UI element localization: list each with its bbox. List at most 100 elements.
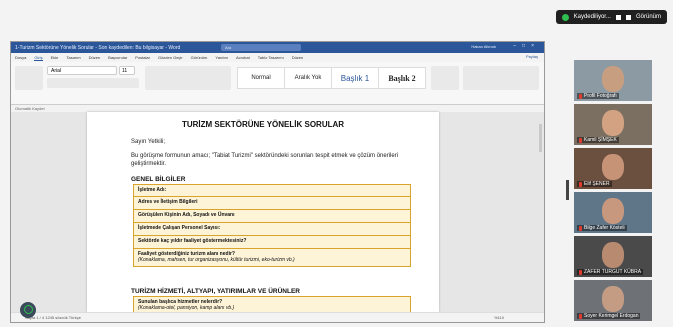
- mic-muted-icon: [579, 313, 582, 319]
- share-button[interactable]: Paylaş: [526, 54, 538, 59]
- participant-name-tag: Soyer Kerimgel Erdogan: [577, 313, 641, 319]
- form-row-label: Adres ve İletişim Bilgileri: [138, 199, 198, 205]
- tab-item[interactable]: Tasarım: [66, 55, 80, 60]
- tab-item[interactable]: Giriş: [34, 55, 43, 61]
- format-buttons[interactable]: [47, 78, 139, 88]
- meeting-top-bar: Kaydediliyor... Görünüm: [0, 0, 673, 34]
- word-window: 1-Turizm Sektörüne Yönelik Sorular - Son…: [10, 41, 545, 323]
- intro-paragraph: Bu görüşme formunun amacı; "Tabiat Turiz…: [131, 153, 399, 167]
- style-label: Başlık 2: [388, 73, 416, 83]
- font-name-value: Arial: [51, 68, 62, 74]
- document-page[interactable]: TURİZM SEKTÖRÜNE YÖNELİK SORULAR Sayın Y…: [87, 112, 439, 322]
- form-row[interactable]: Sektörde kaç yıldır faaliyet göstermekte…: [133, 236, 411, 249]
- font-size-value: 11: [122, 68, 128, 74]
- participant-name: Profil Fotoğrafı: [584, 93, 617, 99]
- tab-item[interactable]: Görünüm: [191, 55, 208, 60]
- form-row[interactable]: Görüşülen Kişinin Adı, Soyadı ve Ünvanı: [133, 210, 411, 223]
- participant-tile[interactable]: Bilge Zafer Kösteli: [574, 192, 652, 233]
- ribbon: Arial 11 Normal Aralık Yok Başlık 1 Başl…: [11, 62, 544, 105]
- meeting-window: Kaydediliyor... Görünüm 1-Turizm Sektörü…: [0, 0, 673, 327]
- participant-name-tag: Profil Fotoğrafı: [577, 93, 619, 99]
- meeting-controls-button[interactable]: [20, 302, 36, 318]
- document-title: 1-Turizm Sektörüne Yönelik Sorular - Son…: [15, 44, 181, 51]
- font-name-select[interactable]: Arial: [47, 66, 117, 75]
- participant-name: Kamil ŞİMŞEK: [584, 137, 617, 143]
- panel-resize-handle[interactable]: [566, 180, 569, 200]
- editing-group[interactable]: [431, 66, 459, 90]
- tab-item[interactable]: Postalar: [135, 55, 150, 60]
- participant-tile[interactable]: ZAFER TURGUT KÜBRA: [574, 236, 652, 277]
- style-label: Başlık 1: [340, 73, 370, 83]
- search-box[interactable]: Ara: [221, 44, 301, 51]
- tab-item[interactable]: Başvurular: [108, 55, 127, 60]
- ribbon-tabs: Dosya Giriş Ekle Tasarım Düzen Başvurular Post…: [11, 53, 544, 62]
- participant-video: [602, 198, 624, 224]
- window-controls[interactable]: –□×: [513, 43, 540, 49]
- participant-video: [602, 154, 624, 180]
- participant-video: [602, 66, 624, 92]
- pause-icon[interactable]: [615, 14, 621, 20]
- document-canvas: TURİZM SEKTÖRÜNE YÖNELİK SORULAR Sayın Y…: [11, 112, 544, 322]
- autosave-label: Otomatik Kaydet: [15, 106, 45, 111]
- style-no-spacing[interactable]: Aralık Yok: [284, 67, 332, 89]
- status-text: Kaydediliyor...: [573, 14, 611, 20]
- participant-name: ZAFER TURGUT KÜBRA: [584, 269, 642, 275]
- tab-item[interactable]: Dosya: [15, 55, 26, 60]
- scrollbar[interactable]: [539, 124, 542, 152]
- tab-item[interactable]: Ekle: [51, 55, 59, 60]
- form-row-label: İşletme Adı:: [138, 187, 167, 193]
- form-row-label: İşletmede Çalışan Personel Sayısı:: [138, 225, 221, 231]
- participant-name: Bilge Zafer Kösteli: [584, 225, 625, 231]
- tab-item[interactable]: Düzen: [89, 55, 101, 60]
- form-row[interactable]: Adres ve İletişim Bilgileri: [133, 197, 411, 210]
- participant-name-tag: Elif ŞENER: [577, 181, 612, 187]
- participant-tile[interactable]: Soyer Kerimgel Erdogan: [574, 280, 652, 321]
- participant-tile[interactable]: Profil Fotoğrafı: [574, 60, 652, 101]
- style-heading-2[interactable]: Başlık 2: [378, 67, 426, 89]
- shield-icon: [561, 13, 569, 21]
- mic-muted-icon: [579, 225, 582, 231]
- form-row[interactable]: İşletme Adı:: [133, 184, 411, 197]
- participant-tile[interactable]: Kamil ŞİMŞEK: [574, 104, 652, 145]
- section-heading-general: GENEL BİLGİLER: [131, 176, 186, 183]
- style-heading-1[interactable]: Başlık 1: [331, 67, 379, 89]
- participant-name-tag: Bilge Zafer Kösteli: [577, 225, 627, 231]
- mic-muted-icon: [579, 93, 582, 99]
- tab-item[interactable]: Gözden Geçir: [158, 55, 183, 60]
- participant-name: Soyer Kerimgel Erdogan: [584, 313, 639, 319]
- user-name[interactable]: Hakan Altınok: [471, 44, 496, 49]
- participant-tile[interactable]: Elif ŞENER: [574, 148, 652, 189]
- doc-title: TURİZM SEKTÖRÜNE YÖNELİK SORULAR: [181, 120, 345, 129]
- mic-muted-icon: [579, 269, 582, 275]
- style-normal[interactable]: Normal: [237, 67, 285, 89]
- participant-video: [602, 110, 624, 136]
- style-label: Normal: [251, 75, 271, 81]
- zoom-level[interactable]: %110: [494, 313, 504, 322]
- participant-name-tag: ZAFER TURGUT KÜBRA: [577, 269, 644, 275]
- font-size-select[interactable]: 11: [119, 66, 135, 75]
- title-bar: 1-Turizm Sektörüne Yönelik Sorular - Son…: [11, 42, 544, 53]
- tab-item[interactable]: Acrobat: [236, 55, 250, 60]
- recording-status[interactable]: Kaydediliyor... Görünüm: [555, 10, 667, 24]
- paragraph-group[interactable]: [145, 66, 231, 90]
- acrobat-group[interactable]: [463, 66, 539, 90]
- form-row[interactable]: Faaliyet gösterdiğiniz turizm alanı nedi…: [133, 249, 411, 267]
- participant-name-tag: Kamil ŞİMŞEK: [577, 137, 619, 143]
- tab-item[interactable]: Tablo Tasarımı: [258, 55, 284, 60]
- form-row-label: Görüşülen Kişinin Adı, Soyadı ve Ünvanı: [138, 212, 235, 218]
- mic-muted-icon: [579, 137, 582, 143]
- tab-item[interactable]: Yardım: [215, 55, 228, 60]
- form-row-hint: (Konaklama, mahsen, tur organizasyonu, k…: [138, 257, 295, 263]
- stop-icon[interactable]: [625, 14, 631, 20]
- shield-icon: [24, 305, 33, 314]
- gallery-view-button[interactable]: Görünüm: [636, 14, 661, 20]
- paste-button[interactable]: [15, 66, 43, 90]
- style-label: Aralık Yok: [294, 75, 322, 81]
- form-row[interactable]: İşletmede Çalışan Personel Sayısı:: [133, 223, 411, 236]
- salutation: Sayın Yetkili;: [131, 139, 166, 145]
- section-heading-services: TURİZM HİZMETİ, ALTYAPI, YATIRIMLAR VE Ü…: [131, 288, 301, 295]
- participant-video: [602, 286, 624, 312]
- form-row-label: Sektörde kaç yıldır faaliyet göstermekte…: [138, 238, 247, 244]
- tab-item[interactable]: Düzen: [292, 55, 304, 60]
- participant-video: [602, 242, 624, 268]
